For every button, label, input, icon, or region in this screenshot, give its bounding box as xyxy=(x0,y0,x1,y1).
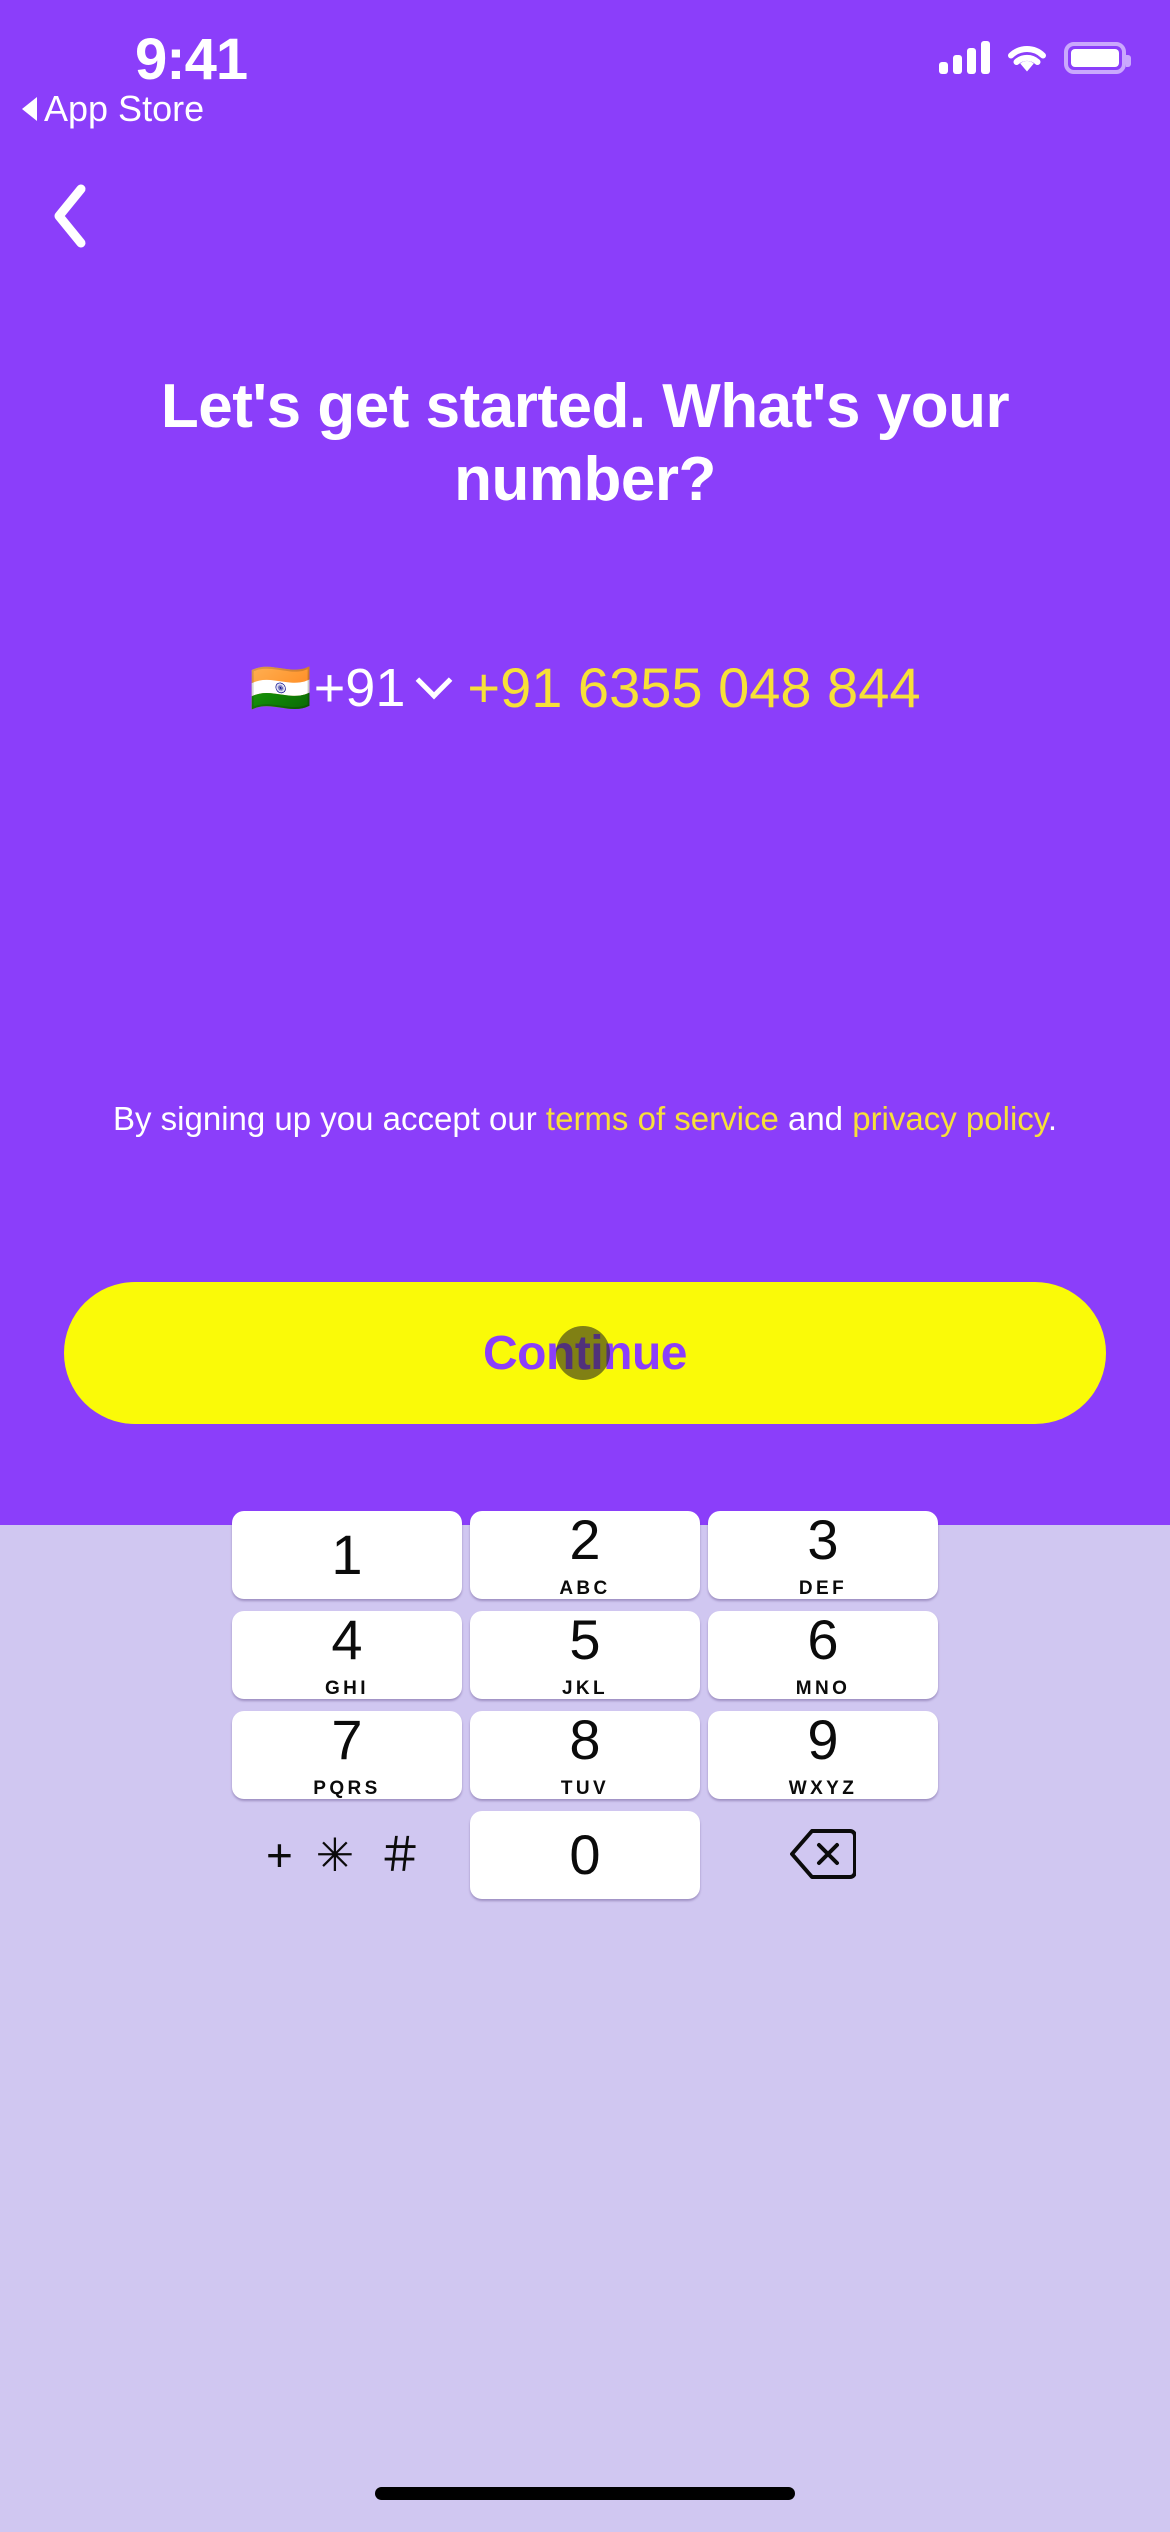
home-indicator xyxy=(375,2487,795,2500)
keypad-key-3[interactable]: 3 DEF xyxy=(708,1511,938,1599)
keypad-row: 1 2 ABC 3 DEF xyxy=(0,1511,1170,1599)
keypad-key-9[interactable]: 9 WXYZ xyxy=(708,1711,938,1799)
country-code-selector[interactable]: 🇮🇳 +91 xyxy=(250,657,468,719)
page-title: Let's get started. What's your number? xyxy=(160,372,1010,515)
status-bar-icons xyxy=(939,30,1131,74)
cellular-bars-icon xyxy=(939,41,990,74)
keypad-key-digit: 7 xyxy=(331,1708,363,1771)
keypad-key-symbol-label: + ✳ ＃ xyxy=(266,1829,428,1881)
keypad-key-5[interactable]: 5 JKL xyxy=(470,1611,700,1699)
return-to-app-store[interactable]: App Store xyxy=(22,88,204,130)
keypad-key-letters: JKL xyxy=(561,1678,609,1699)
keypad-key-digit: 8 xyxy=(569,1708,601,1771)
back-triangle-icon xyxy=(22,97,37,121)
keypad-key-letters: PQRS xyxy=(313,1778,381,1799)
keypad-key-digit: 2 xyxy=(569,1508,601,1571)
keypad-row: 4 GHI 5 JKL 6 MNO xyxy=(0,1611,1170,1699)
country-dial-code: +91 xyxy=(313,657,406,718)
keypad-key-symbols[interactable]: + ✳ ＃ xyxy=(232,1811,462,1899)
keypad-key-7[interactable]: 7 PQRS xyxy=(232,1711,462,1799)
phone-number-input[interactable]: +91 6355 048 844 xyxy=(467,655,920,720)
terms-text: By signing up you accept our terms of se… xyxy=(60,1095,1110,1143)
battery-icon xyxy=(1064,42,1131,74)
keypad-key-letters: TUV xyxy=(560,1778,610,1799)
keypad-key-2[interactable]: 2 ABC xyxy=(470,1511,700,1599)
keypad-key-digit: 0 xyxy=(569,1823,601,1886)
keypad-key-digit: 3 xyxy=(807,1508,839,1571)
keypad-key-digit: 1 xyxy=(331,1523,363,1586)
delete-left-icon xyxy=(790,1828,857,1883)
keypad-row: 7 PQRS 8 TUV 9 WXYZ xyxy=(0,1711,1170,1799)
phone-entry-row: 🇮🇳 +91 +91 6355 048 844 xyxy=(0,655,1170,720)
keypad-key-4[interactable]: 4 GHI xyxy=(232,1611,462,1699)
keypad-key-0[interactable]: 0 xyxy=(470,1811,700,1899)
status-bar-time: 9:41 xyxy=(135,27,248,92)
return-to-app-store-label: App Store xyxy=(44,88,205,129)
keypad-key-letters: ABC xyxy=(559,1578,611,1599)
chevron-left-icon xyxy=(48,182,92,255)
keypad-key-letters: GHI xyxy=(325,1678,369,1699)
keypad-key-digit: 4 xyxy=(331,1608,363,1671)
country-flag-icon: 🇮🇳 xyxy=(249,659,312,716)
chevron-down-icon xyxy=(415,662,453,699)
touch-indicator xyxy=(556,1326,610,1380)
keypad-key-digit: 9 xyxy=(807,1708,839,1771)
back-button[interactable] xyxy=(20,168,120,268)
keypad-key-8[interactable]: 8 TUV xyxy=(470,1711,700,1799)
keypad-key-backspace[interactable] xyxy=(708,1811,938,1899)
keypad-row: + ✳ ＃ 0 xyxy=(0,1811,1170,1899)
keypad-key-6[interactable]: 6 MNO xyxy=(708,1611,938,1699)
privacy-policy-link[interactable]: privacy policy xyxy=(852,1100,1048,1137)
keypad-key-1[interactable]: 1 xyxy=(232,1511,462,1599)
keypad-key-digit: 5 xyxy=(569,1608,601,1671)
wifi-icon xyxy=(1006,42,1048,74)
keypad-key-letters: WXYZ xyxy=(788,1778,858,1799)
terms-prefix: By signing up you accept our xyxy=(112,1100,546,1137)
status-bar: 9:41 App Store xyxy=(0,0,1170,130)
keypad-key-digit: 6 xyxy=(807,1608,839,1671)
keypad-key-letters: DEF xyxy=(798,1578,848,1599)
terms-conjunction: and xyxy=(778,1100,853,1137)
terms-suffix: . xyxy=(1047,1100,1058,1137)
keypad-key-letters: MNO xyxy=(795,1678,851,1699)
terms-of-service-link[interactable]: terms of service xyxy=(546,1100,779,1137)
